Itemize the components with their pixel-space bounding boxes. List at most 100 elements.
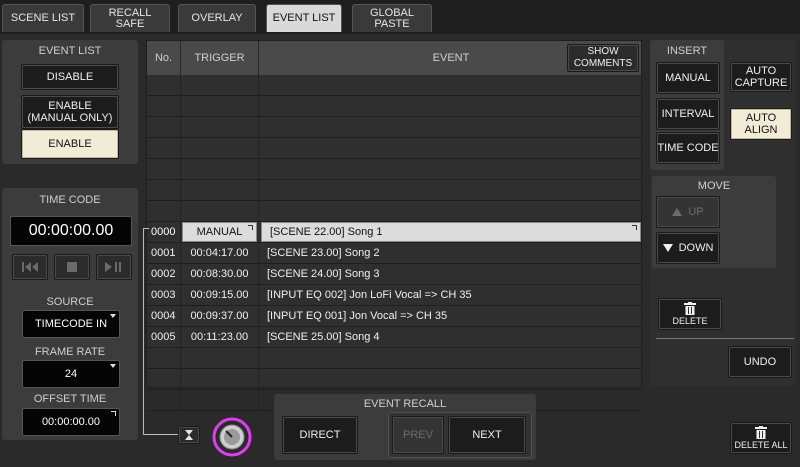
connector-line bbox=[143, 228, 149, 229]
disable-button[interactable]: DISABLE bbox=[21, 64, 119, 90]
empty-row[interactable] bbox=[147, 75, 641, 96]
insert-manual-button[interactable]: MANUAL bbox=[656, 62, 720, 94]
event-list-title: EVENT LIST bbox=[38, 45, 102, 57]
time-code-display: 00:00:00.00 bbox=[10, 216, 132, 246]
table-row[interactable]: 0003 00:09:15.00 [INPUT EQ 002] Jon LoFi V… bbox=[147, 285, 641, 306]
frame-rate-select[interactable]: 24 bbox=[22, 360, 120, 388]
move-down-button[interactable]: DOWN bbox=[656, 232, 720, 264]
move-up-label: UP bbox=[688, 206, 704, 218]
enable-manual-only-button[interactable]: ENABLE (MANUAL ONLY) bbox=[21, 95, 119, 129]
move-up-button[interactable]: UP bbox=[656, 196, 720, 228]
move-panel: MOVE UP DOWN bbox=[652, 176, 776, 268]
stop-button[interactable] bbox=[54, 254, 90, 280]
tab-recall-safe[interactable]: RECALL SAFE bbox=[90, 4, 170, 32]
empty-row[interactable] bbox=[147, 159, 641, 180]
empty-cell bbox=[259, 117, 643, 137]
empty-cell bbox=[181, 348, 259, 368]
row-event[interactable]: [SCENE 24.00] Song 3 bbox=[259, 264, 643, 284]
hourglass-button[interactable] bbox=[178, 426, 200, 444]
insert-panel: INSERT MANUAL INTERVAL TIME CODE bbox=[650, 40, 724, 170]
move-down-label: DOWN bbox=[678, 242, 714, 254]
frame-rate-label: FRAME RATE bbox=[34, 346, 106, 358]
empty-row[interactable] bbox=[147, 348, 641, 369]
stop-icon bbox=[67, 262, 77, 272]
empty-cell bbox=[147, 201, 181, 221]
tab-overlay[interactable]: OVERLAY bbox=[178, 4, 256, 32]
trash-icon bbox=[684, 301, 696, 315]
empty-cell bbox=[181, 96, 259, 116]
source-value: TIMECODE IN bbox=[34, 318, 108, 330]
empty-cell bbox=[259, 75, 643, 95]
row-trigger[interactable]: 00:11:23.00 bbox=[181, 327, 259, 347]
empty-row[interactable] bbox=[147, 117, 641, 138]
row-event[interactable]: [SCENE 23.00] Song 2 bbox=[259, 243, 643, 263]
empty-cell bbox=[181, 369, 259, 389]
empty-row[interactable] bbox=[147, 138, 641, 159]
row-event[interactable]: [INPUT EQ 001] Jon Vocal => CH 35 bbox=[259, 306, 643, 326]
show-comments-button[interactable]: SHOW COMMENTS bbox=[567, 44, 639, 72]
empty-cell bbox=[147, 369, 181, 389]
connector-line bbox=[143, 228, 146, 434]
empty-cell bbox=[147, 348, 181, 368]
empty-cell bbox=[147, 75, 181, 95]
empty-row[interactable] bbox=[147, 369, 641, 390]
row-trigger[interactable]: 00:04:17.00 bbox=[181, 243, 259, 263]
offset-time-field[interactable]: 00:00:00.00 bbox=[22, 408, 120, 436]
play-pause-icon bbox=[105, 262, 121, 272]
delete-all-button[interactable]: DELETE ALL bbox=[730, 422, 792, 454]
source-select[interactable]: TIMECODE IN bbox=[22, 310, 120, 338]
insert-time-code-button[interactable]: TIME CODE bbox=[656, 132, 720, 164]
row-number: 0003 bbox=[147, 285, 181, 305]
row-trigger[interactable]: 00:08:30.00 bbox=[181, 264, 259, 284]
empty-cell bbox=[147, 117, 181, 137]
empty-cell bbox=[147, 96, 181, 116]
row-number: 0000 bbox=[147, 222, 181, 242]
table-row[interactable]: 0000 MANUAL [SCENE 22.00] Song 1 bbox=[147, 222, 641, 243]
offset-time-value: 00:00:00.00 bbox=[41, 416, 101, 428]
popup-icon bbox=[632, 225, 637, 230]
row-trigger[interactable]: 00:09:37.00 bbox=[181, 306, 259, 326]
undo-button[interactable]: UNDO bbox=[728, 346, 792, 378]
rewind-button[interactable] bbox=[12, 254, 48, 280]
empty-cell bbox=[147, 390, 181, 410]
delete-button[interactable]: DELETE bbox=[658, 298, 722, 330]
event-recall-panel: EVENT RECALL DIRECT PREV NEXT bbox=[274, 394, 536, 460]
table-row[interactable]: 0001 00:04:17.00 [SCENE 23.00] Song 2 bbox=[147, 243, 641, 264]
tab-scene-list[interactable]: SCENE LIST bbox=[2, 4, 84, 32]
direct-button[interactable]: DIRECT bbox=[282, 416, 358, 454]
empty-cell bbox=[181, 180, 259, 200]
row-trigger[interactable]: 00:09:15.00 bbox=[181, 285, 259, 305]
row-event[interactable]: [SCENE 25.00] Song 4 bbox=[259, 327, 643, 347]
divider bbox=[656, 338, 794, 339]
empty-row[interactable] bbox=[147, 180, 641, 201]
play-pause-button[interactable] bbox=[96, 254, 132, 280]
prev-button[interactable]: PREV bbox=[392, 416, 444, 454]
insert-interval-button[interactable]: INTERVAL bbox=[656, 98, 720, 130]
recall-knob[interactable] bbox=[212, 417, 252, 457]
auto-capture-button[interactable]: AUTO CAPTURE bbox=[730, 62, 792, 92]
empty-cell bbox=[181, 159, 259, 179]
auto-align-button[interactable]: AUTO ALIGN bbox=[730, 108, 792, 140]
enable-button[interactable]: ENABLE bbox=[21, 129, 119, 159]
empty-cell bbox=[259, 138, 643, 158]
empty-row[interactable] bbox=[147, 201, 641, 222]
tab-event-list[interactable]: EVENT LIST bbox=[266, 4, 342, 32]
next-button[interactable]: NEXT bbox=[448, 416, 526, 454]
row-event[interactable]: [SCENE 22.00] Song 1 bbox=[261, 222, 641, 242]
event-list-panel: EVENT LIST DISABLE ENABLE (MANUAL ONLY) … bbox=[2, 40, 138, 164]
table-row[interactable]: 0002 00:08:30.00 [SCENE 24.00] Song 3 bbox=[147, 264, 641, 285]
event-recall-title: EVENT RECALL bbox=[363, 398, 447, 410]
delete-label: DELETE bbox=[672, 315, 708, 326]
move-title: MOVE bbox=[697, 180, 731, 192]
empty-row[interactable] bbox=[147, 96, 641, 117]
row-event[interactable]: [INPUT EQ 002] Jon LoFi Vocal => CH 35 bbox=[259, 285, 643, 305]
table-row[interactable]: 0005 00:11:23.00 [SCENE 25.00] Song 4 bbox=[147, 327, 641, 348]
source-label: SOURCE bbox=[46, 296, 94, 308]
row-trigger[interactable]: MANUAL bbox=[182, 222, 257, 242]
table-row[interactable]: 0004 00:09:37.00 [INPUT EQ 001] Jon Vocal … bbox=[147, 306, 641, 327]
empty-cell bbox=[181, 390, 259, 410]
empty-cell bbox=[259, 180, 643, 200]
frame-rate-value: 24 bbox=[64, 368, 78, 380]
tab-global-paste[interactable]: GLOBAL PASTE bbox=[352, 4, 432, 32]
delete-all-label: DELETE ALL bbox=[734, 439, 788, 450]
